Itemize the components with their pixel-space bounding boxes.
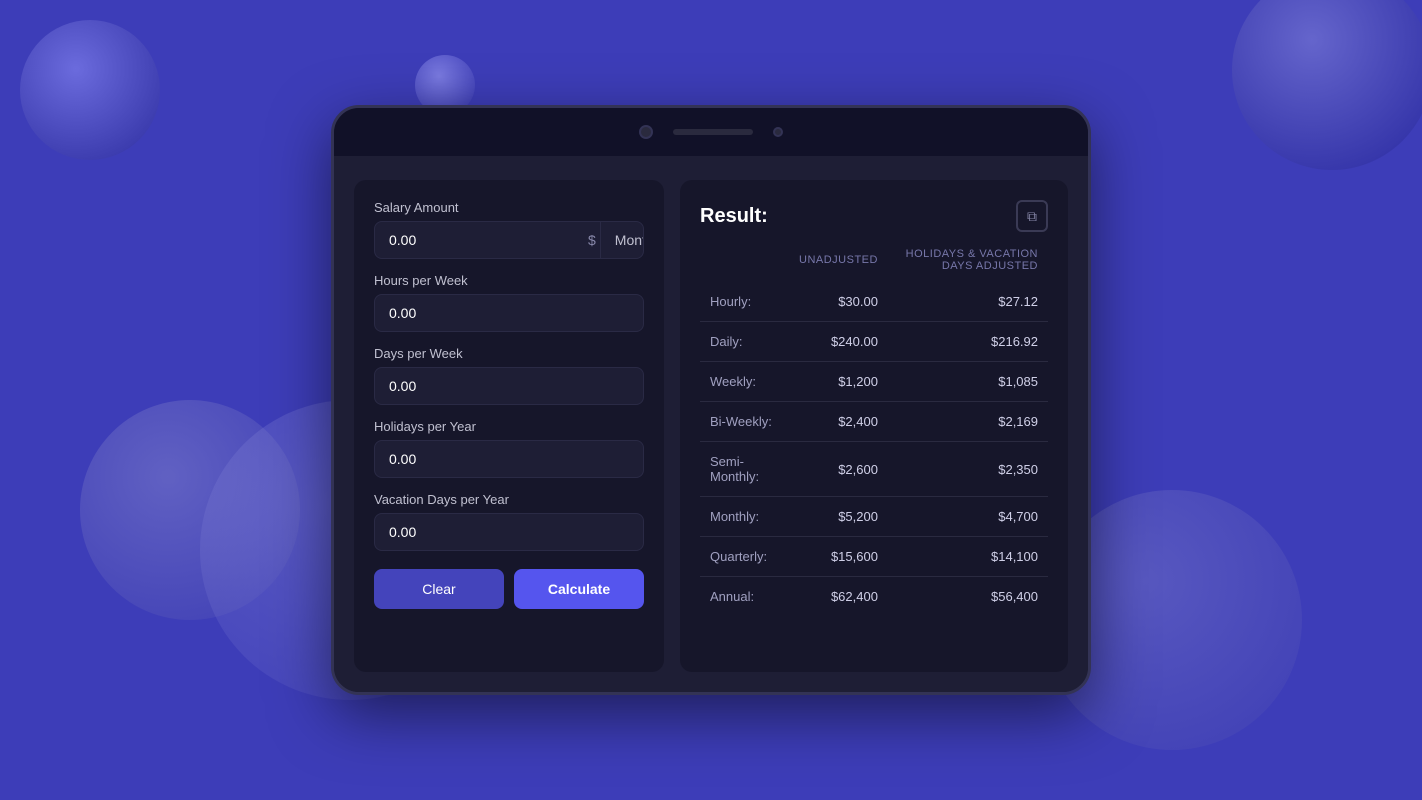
salary-amount-label: Salary Amount: [374, 200, 644, 215]
hours-per-week-group: Hours per Week: [374, 273, 644, 332]
calculator-form: Salary Amount $ Month Hours per Week Day…: [354, 180, 664, 672]
cell-adjusted: $216.92: [888, 322, 1048, 362]
result-table-header-row: Unadjusted Holidays & Vacation Days Adju…: [700, 248, 1048, 282]
calculate-button[interactable]: Calculate: [514, 569, 644, 609]
table-row: Hourly: $30.00 $27.12: [700, 282, 1048, 322]
cell-period: Semi-Monthly:: [700, 442, 789, 497]
results-panel: Result: ⧉ Unadjusted Holidays & Vacation…: [680, 180, 1068, 672]
holidays-per-year-input[interactable]: [374, 440, 644, 478]
hours-per-week-input[interactable]: [374, 294, 644, 332]
form-buttons: Clear Calculate: [374, 569, 644, 609]
decorative-blob-4: [80, 400, 300, 620]
col-period-header: [700, 248, 789, 282]
cell-period: Daily:: [700, 322, 789, 362]
cell-period: Weekly:: [700, 362, 789, 402]
table-row: Quarterly: $15,600 $14,100: [700, 537, 1048, 577]
result-table-body: Hourly: $30.00 $27.12 Daily: $240.00 $21…: [700, 282, 1048, 616]
table-row: Monthly: $5,200 $4,700: [700, 497, 1048, 537]
copy-icon: ⧉: [1027, 208, 1037, 225]
holidays-per-year-label: Holidays per Year: [374, 419, 644, 434]
col-adjusted-header: Holidays & Vacation Days Adjusted: [888, 248, 1048, 282]
front-camera: [639, 125, 653, 139]
salary-input-row: $ Month: [374, 221, 644, 259]
salary-amount-input[interactable]: [375, 222, 584, 258]
cell-unadjusted: $15,600: [789, 537, 888, 577]
table-row: Annual: $62,400 $56,400: [700, 577, 1048, 617]
result-table: Unadjusted Holidays & Vacation Days Adju…: [700, 248, 1048, 616]
decorative-blob-3: [1232, 0, 1422, 170]
cell-unadjusted: $2,400: [789, 402, 888, 442]
tablet-content: Salary Amount $ Month Hours per Week Day…: [334, 156, 1088, 692]
cell-period: Monthly:: [700, 497, 789, 537]
cell-adjusted: $2,350: [888, 442, 1048, 497]
cell-adjusted: $14,100: [888, 537, 1048, 577]
table-row: Bi-Weekly: $2,400 $2,169: [700, 402, 1048, 442]
decorative-blob-1: [20, 20, 160, 160]
cell-period: Hourly:: [700, 282, 789, 322]
result-title: Result:: [700, 205, 768, 228]
cell-adjusted: $2,169: [888, 402, 1048, 442]
cell-unadjusted: $2,600: [789, 442, 888, 497]
clear-button[interactable]: Clear: [374, 569, 504, 609]
table-row: Daily: $240.00 $216.92: [700, 322, 1048, 362]
speaker: [673, 129, 753, 135]
vacation-days-group: Vacation Days per Year: [374, 492, 644, 551]
cell-period: Annual:: [700, 577, 789, 617]
period-select-button[interactable]: Month: [600, 222, 644, 258]
salary-unit: $: [584, 222, 600, 258]
cell-period: Bi-Weekly:: [700, 402, 789, 442]
vacation-days-label: Vacation Days per Year: [374, 492, 644, 507]
days-per-week-group: Days per Week: [374, 346, 644, 405]
hours-per-week-label: Hours per Week: [374, 273, 644, 288]
cell-unadjusted: $240.00: [789, 322, 888, 362]
tablet-top-bar: [334, 108, 1088, 156]
salary-amount-group: Salary Amount $ Month: [374, 200, 644, 259]
tablet-device: Salary Amount $ Month Hours per Week Day…: [331, 105, 1091, 695]
cell-unadjusted: $5,200: [789, 497, 888, 537]
table-row: Weekly: $1,200 $1,085: [700, 362, 1048, 402]
cell-unadjusted: $62,400: [789, 577, 888, 617]
cell-adjusted: $27.12: [888, 282, 1048, 322]
front-mic: [773, 127, 783, 137]
result-table-head: Unadjusted Holidays & Vacation Days Adju…: [700, 248, 1048, 282]
copy-button[interactable]: ⧉: [1016, 200, 1048, 232]
days-per-week-input[interactable]: [374, 367, 644, 405]
cell-unadjusted: $30.00: [789, 282, 888, 322]
result-header: Result: ⧉: [700, 200, 1048, 232]
table-row: Semi-Monthly: $2,600 $2,350: [700, 442, 1048, 497]
cell-period: Quarterly:: [700, 537, 789, 577]
col-unadjusted-header: Unadjusted: [789, 248, 888, 282]
days-per-week-label: Days per Week: [374, 346, 644, 361]
period-label: Month: [615, 232, 644, 248]
cell-unadjusted: $1,200: [789, 362, 888, 402]
cell-adjusted: $4,700: [888, 497, 1048, 537]
cell-adjusted: $56,400: [888, 577, 1048, 617]
holidays-per-year-group: Holidays per Year: [374, 419, 644, 478]
cell-adjusted: $1,085: [888, 362, 1048, 402]
vacation-days-input[interactable]: [374, 513, 644, 551]
